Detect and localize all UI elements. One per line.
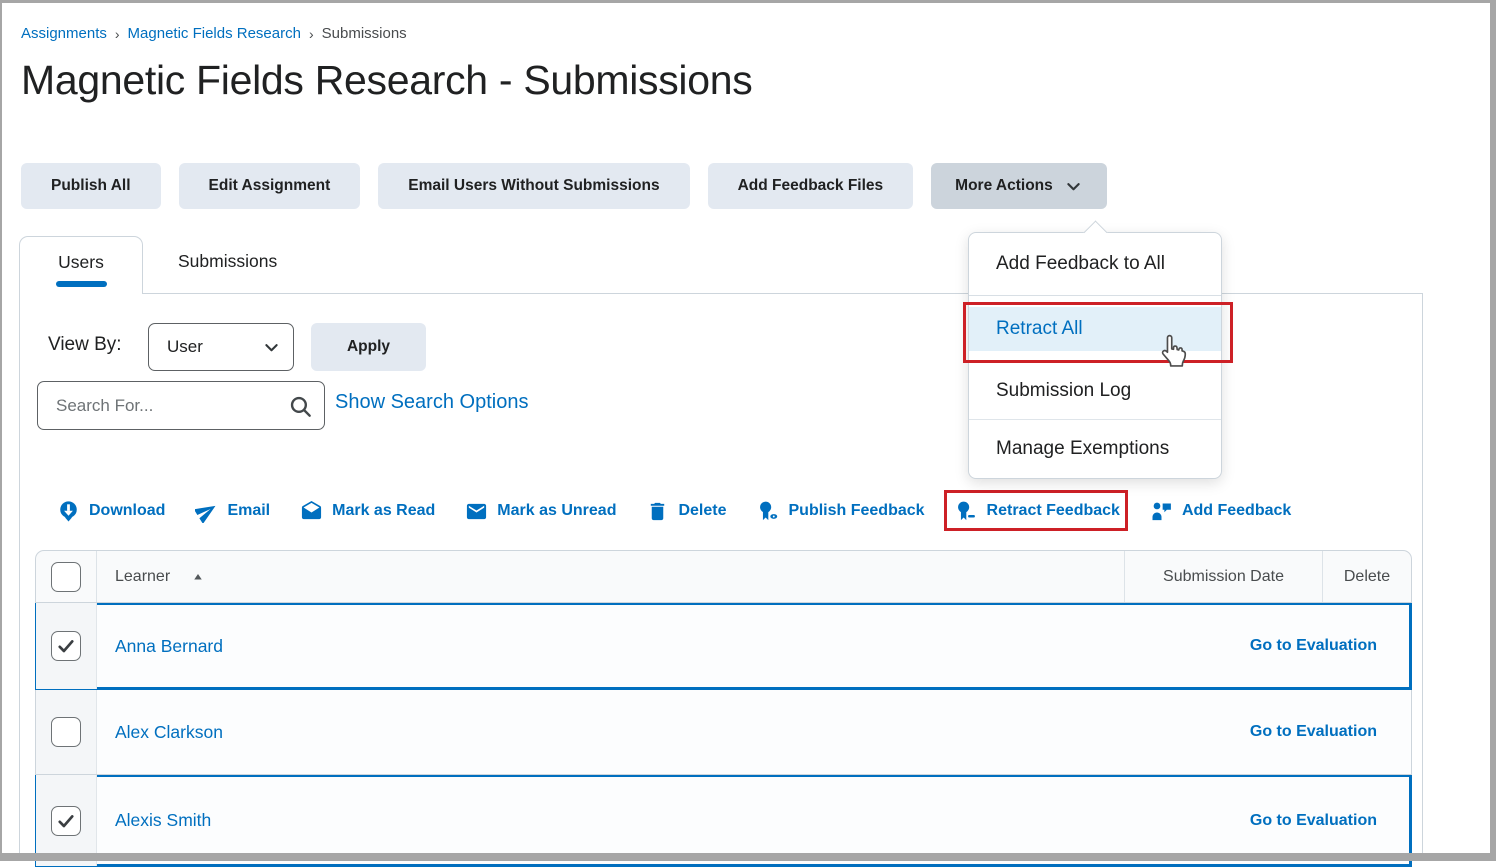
tab-users[interactable]: Users xyxy=(19,236,143,294)
row-checkbox-cell xyxy=(36,775,97,866)
learner-name-link[interactable]: Alex Clarkson xyxy=(97,690,1411,774)
active-tab-indicator xyxy=(56,281,107,287)
retract-feedback-action[interactable]: Retract Feedback xyxy=(955,500,1120,523)
header-learner[interactable]: Learner xyxy=(97,551,1125,602)
more-actions-label: More Actions xyxy=(955,177,1053,195)
apply-button[interactable]: Apply xyxy=(311,323,426,371)
menu-item-submission-log[interactable]: Submission Log xyxy=(969,362,1221,420)
menu-item-manage-exemptions[interactable]: Manage Exemptions xyxy=(969,420,1221,478)
add-feedback-files-button[interactable]: Add Feedback Files xyxy=(708,163,914,209)
view-by-select[interactable]: User xyxy=(148,323,294,371)
closed-envelope-icon xyxy=(465,500,488,523)
search-input[interactable] xyxy=(38,382,324,429)
add-feedback-label: Add Feedback xyxy=(1182,502,1291,520)
go-to-evaluation-link[interactable]: Go to Evaluation xyxy=(1250,812,1377,830)
email-action[interactable]: Email xyxy=(195,500,270,523)
download-icon xyxy=(57,500,80,523)
edit-assignment-button[interactable]: Edit Assignment xyxy=(179,163,361,209)
search-icon[interactable] xyxy=(288,394,313,419)
breadcrumb-separator: › xyxy=(115,26,120,42)
toolbar: Publish All Edit Assignment Email Users … xyxy=(21,163,1107,209)
learner-name-link[interactable]: Anna Bernard xyxy=(97,603,1411,689)
mark-as-read-label: Mark as Read xyxy=(332,502,435,520)
row-checkbox[interactable] xyxy=(51,631,81,661)
mark-as-unread-label: Mark as Unread xyxy=(497,502,616,520)
email-label: Email xyxy=(227,502,270,520)
sort-ascending-icon xyxy=(192,571,204,583)
select-all-checkbox[interactable] xyxy=(51,562,81,592)
page-title: Magnetic Fields Research - Submissions xyxy=(21,57,752,104)
search-box xyxy=(37,381,325,430)
actions-bar: Download Email Mark as Read Mark as Unre… xyxy=(57,492,1291,530)
download-label: Download xyxy=(89,502,165,520)
table-row: Anna Bernard Go to Evaluation xyxy=(35,603,1412,690)
add-feedback-action[interactable]: Add Feedback xyxy=(1150,500,1291,523)
header-delete: Delete xyxy=(1323,551,1411,602)
go-to-evaluation-link[interactable]: Go to Evaluation xyxy=(1250,723,1377,741)
chevron-down-icon xyxy=(1064,177,1083,196)
header-submission-date: Submission Date xyxy=(1125,551,1323,602)
show-search-options-link[interactable]: Show Search Options xyxy=(335,391,528,414)
header-delete-label: Delete xyxy=(1344,568,1390,586)
open-envelope-icon xyxy=(300,500,323,523)
row-checkbox-cell xyxy=(36,603,97,689)
mark-as-unread-action[interactable]: Mark as Unread xyxy=(465,500,616,523)
breadcrumb-separator: › xyxy=(309,26,314,42)
ribbon-eye-icon xyxy=(757,500,780,523)
submissions-table: Learner Submission Date Delete Anna Bern… xyxy=(35,550,1412,867)
header-learner-label: Learner xyxy=(115,568,170,586)
delete-action[interactable]: Delete xyxy=(646,500,726,523)
menu-item-retract-all-label: Retract All xyxy=(996,318,1083,340)
row-checkbox-cell xyxy=(36,690,97,774)
publish-feedback-action[interactable]: Publish Feedback xyxy=(757,500,925,523)
breadcrumb-link-assignment[interactable]: Magnetic Fields Research xyxy=(128,25,301,42)
header-submission-date-label: Submission Date xyxy=(1163,568,1284,586)
more-actions-button[interactable]: More Actions xyxy=(931,163,1107,209)
mark-as-read-action[interactable]: Mark as Read xyxy=(300,500,435,523)
menu-item-retract-all[interactable]: Retract All xyxy=(969,296,1221,362)
trash-icon xyxy=(646,500,669,523)
breadcrumb: Assignments › Magnetic Fields Research ›… xyxy=(21,25,407,42)
ribbon-minus-icon xyxy=(955,500,978,523)
breadcrumb-current: Submissions xyxy=(322,25,407,42)
go-to-evaluation-link[interactable]: Go to Evaluation xyxy=(1250,637,1377,655)
download-action[interactable]: Download xyxy=(57,500,165,523)
tab-users-label: Users xyxy=(20,252,142,273)
table-row: Alex Clarkson Go to Evaluation xyxy=(35,690,1412,775)
table-row: Alexis Smith Go to Evaluation xyxy=(35,775,1412,867)
row-checkbox[interactable] xyxy=(51,806,81,836)
view-by-selected-value: User xyxy=(149,337,203,357)
delete-label: Delete xyxy=(678,502,726,520)
menu-item-add-feedback-to-all[interactable]: Add Feedback to All xyxy=(969,233,1221,296)
more-actions-menu: Add Feedback to All Retract All Submissi… xyxy=(968,232,1222,479)
breadcrumb-link-assignments[interactable]: Assignments xyxy=(21,25,107,42)
tab-submissions[interactable]: Submissions xyxy=(178,251,277,272)
publish-feedback-label: Publish Feedback xyxy=(789,502,925,520)
learner-name-link[interactable]: Alexis Smith xyxy=(97,775,1411,866)
row-checkbox[interactable] xyxy=(51,717,81,747)
retract-feedback-label: Retract Feedback xyxy=(987,502,1120,520)
email-users-without-submissions-button[interactable]: Email Users Without Submissions xyxy=(378,163,689,209)
publish-all-button[interactable]: Publish All xyxy=(21,163,161,209)
view-by-label: View By: xyxy=(48,334,122,356)
table-header-row: Learner Submission Date Delete xyxy=(35,550,1412,603)
person-chat-icon xyxy=(1150,500,1173,523)
header-checkbox-cell xyxy=(36,551,97,602)
send-icon xyxy=(195,500,218,523)
chevron-down-icon xyxy=(262,338,281,357)
